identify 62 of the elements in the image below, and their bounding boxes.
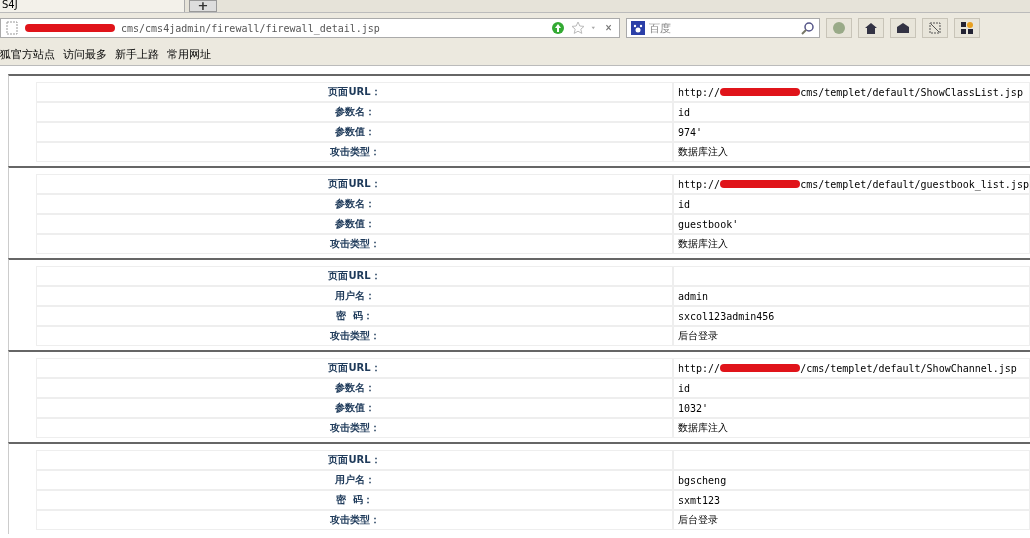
star-icon	[571, 21, 585, 35]
field-value: 数据库注入	[678, 421, 728, 435]
field-value: guestbook'	[678, 218, 739, 230]
paw-icon	[631, 21, 645, 35]
field-value: id	[678, 382, 691, 394]
new-tab-button[interactable]: +	[189, 0, 217, 12]
url-scheme: http://	[678, 86, 721, 98]
field-value: bgscheng	[678, 474, 727, 486]
search-icon	[801, 21, 815, 35]
search-field[interactable]: 百度	[649, 22, 797, 34]
field-label: 密 码：	[36, 490, 673, 510]
field-label: 页面URL：	[36, 174, 673, 194]
home-button[interactable]	[858, 18, 884, 38]
field-label: 攻击类型：	[36, 510, 673, 530]
field-label: 参数名：	[36, 378, 673, 398]
field-value: /cms/templet/default/ShowChannel.jsp	[800, 362, 1017, 374]
field-label: 页面URL：	[36, 266, 673, 286]
field-value: 974'	[678, 126, 703, 138]
field-label: 参数名：	[36, 194, 673, 214]
field-value: sxcol123admin456	[678, 310, 775, 322]
field-label: 密 码：	[36, 306, 673, 326]
bookmark-link[interactable]: 访问最多	[63, 46, 107, 62]
mail-button[interactable]	[890, 18, 916, 38]
field-label: 攻击类型：	[36, 142, 673, 162]
address-bar[interactable]: cms/cms4jadmin/firewall/firewall_detail.jsp	[0, 18, 620, 38]
field-value: cms/templet/default/guestbook_list.jsp	[800, 178, 1029, 190]
field-value: sxmt123	[678, 494, 721, 506]
go-icon	[551, 21, 565, 35]
search-bar[interactable]: 百度	[626, 18, 820, 38]
field-label: 参数值：	[36, 122, 673, 142]
field-value: 后台登录	[678, 329, 718, 343]
field-label: 参数值：	[36, 214, 673, 234]
field-label: 参数名：	[36, 102, 673, 122]
field-label: 攻击类型：	[36, 326, 673, 346]
url-scheme: http://	[678, 362, 721, 374]
bookmark-link[interactable]: 新手上路	[115, 46, 159, 62]
bookmark-link[interactable]: 常用网址	[167, 46, 211, 62]
field-value: admin	[678, 290, 709, 302]
field-value: 后台登录	[678, 513, 718, 527]
field-label: 用户名：	[36, 286, 673, 306]
field-value: id	[678, 198, 691, 210]
bookmark-link[interactable]: 狐官方站点	[0, 46, 55, 62]
field-label: 用户名：	[36, 470, 673, 490]
browser-tab[interactable]: S4J	[0, 0, 185, 12]
page-icon	[5, 21, 19, 35]
field-value: 1032'	[678, 402, 709, 414]
field-value: 数据库注入	[678, 237, 728, 251]
field-label: 页面URL：	[36, 82, 673, 102]
url-scheme: http://	[678, 178, 721, 190]
url-text: cms/cms4jadmin/firewall/firewall_detail.jsp	[121, 22, 380, 34]
field-label: 页面URL：	[36, 450, 673, 470]
field-label: 攻击类型：	[36, 234, 673, 254]
field-label: 页面URL：	[36, 358, 673, 378]
mail-icon	[896, 21, 910, 35]
field-value: 数据库注入	[678, 145, 728, 159]
grid-icon	[960, 21, 974, 35]
home-icon	[864, 21, 878, 35]
field-value: id	[678, 106, 691, 118]
field-label: 攻击类型：	[36, 418, 673, 438]
field-label: 参数值：	[36, 398, 673, 418]
apps-button[interactable]	[954, 18, 980, 38]
field-value: cms/templet/default/ShowClassList.jsp	[800, 86, 1023, 98]
